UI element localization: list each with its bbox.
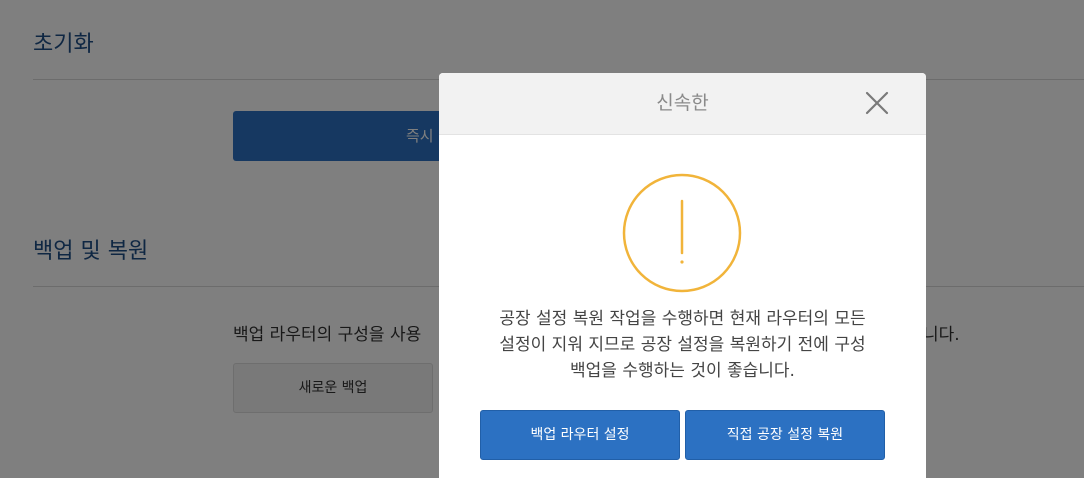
close-icon[interactable] (864, 90, 890, 116)
settings-page: 초기화 즉시 백업 및 복원 백업 라우터의 구성을 사용니다. 새로운 백업 … (0, 0, 1084, 478)
backup-router-settings-button[interactable]: 백업 라우터 설정 (480, 410, 680, 460)
dialog-message: 공장 설정 복원 작업을 수행하면 현재 라우터의 모든 설정이 지워 지므로 … (469, 306, 896, 384)
dialog-message-line: 공장 설정 복원 작업을 수행하면 현재 라우터의 모든 (499, 309, 866, 329)
dialog-message-line: 설정이 지워 지므로 공장 설정을 복원하기 전에 구성 (499, 335, 866, 355)
dialog-header: 신속한 (439, 73, 926, 135)
dialog-title: 신속한 (656, 92, 709, 114)
warning-icon (622, 173, 742, 293)
dialog-message-line: 백업을 수행하는 것이 좋습니다. (570, 361, 795, 381)
prompt-dialog: 신속한 공장 설정 복원 작업을 수행하면 현재 라우터의 모든 설정이 지워 … (439, 73, 926, 478)
restore-factory-settings-button[interactable]: 직접 공장 설정 복원 (685, 410, 885, 460)
